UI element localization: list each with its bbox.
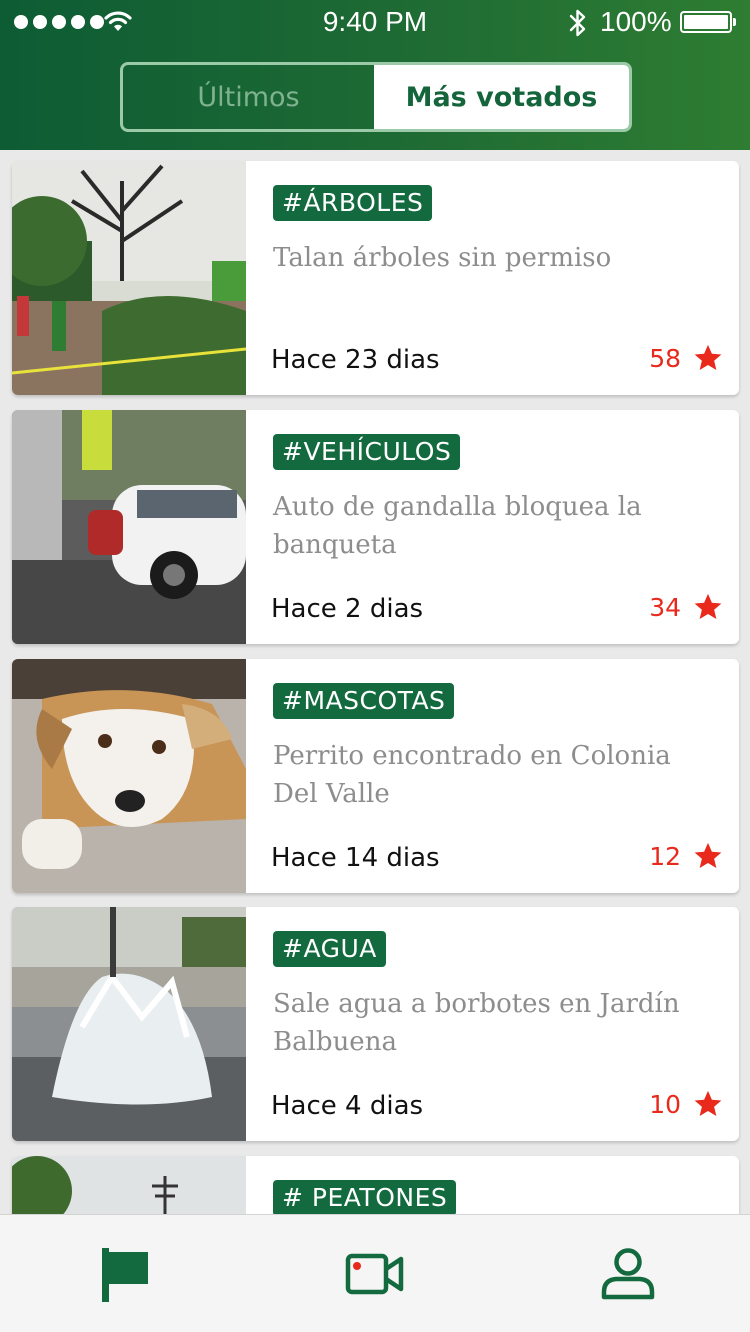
video-camera-icon: [345, 1253, 404, 1294]
flag-icon: [102, 1247, 148, 1302]
tab-profile[interactable]: [563, 1215, 693, 1332]
report-title: Perrito encontrado en Colonia Del Valle: [273, 741, 671, 809]
tab-ultimos[interactable]: Últimos: [123, 65, 374, 129]
report-card[interactable]: # PEATONES: [12, 1156, 739, 1214]
app-header: 9:40 PM 100% Últimos Más votados: [0, 0, 750, 150]
report-feed[interactable]: #ÁRBOLES Talan árboles sin permiso Hace …: [0, 150, 750, 1214]
tab-record[interactable]: [310, 1215, 440, 1332]
report-card[interactable]: #AGUA Sale agua a borbotes en Jardín Bal…: [12, 907, 739, 1141]
report-card[interactable]: #MASCOTAS Perrito encontrado en Colonia …: [12, 659, 739, 893]
star-icon[interactable]: [693, 592, 723, 622]
bottom-tab-bar: [0, 1214, 750, 1332]
category-tag[interactable]: # PEATONES: [273, 1180, 457, 1214]
report-title: Auto de gandalla bloquea la banqueta: [273, 492, 642, 560]
vote-counter[interactable]: 58: [649, 343, 723, 373]
vote-count: 10: [649, 1089, 681, 1119]
street-photo: [12, 1156, 246, 1214]
report-title: Talan árboles sin permiso: [273, 243, 612, 273]
trees-photo: [12, 161, 246, 395]
vote-count: 34: [649, 592, 681, 622]
report-age: Hace 2 dias: [271, 594, 424, 624]
star-icon[interactable]: [693, 841, 723, 871]
report-age: Hace 23 dias: [271, 345, 440, 375]
category-tag[interactable]: #ÁRBOLES: [273, 185, 433, 221]
vote-count: 58: [649, 343, 681, 373]
report-card[interactable]: #ÁRBOLES Talan árboles sin permiso Hace …: [12, 161, 739, 395]
vote-counter[interactable]: 12: [649, 841, 723, 871]
feed-filter-segmented-control: Últimos Más votados: [120, 62, 632, 132]
battery-icon: [680, 11, 736, 33]
vote-count: 12: [649, 841, 681, 871]
star-icon[interactable]: [693, 1089, 723, 1119]
star-icon[interactable]: [693, 343, 723, 373]
status-bar: 9:40 PM 100%: [0, 0, 750, 44]
report-title: Sale agua a borbotes en Jardín Balbuena: [273, 989, 680, 1057]
car-photo: [12, 410, 246, 644]
category-tag[interactable]: #VEHÍCULOS: [273, 434, 461, 470]
water-photo: [12, 907, 246, 1141]
report-age: Hace 4 dias: [271, 1091, 424, 1121]
report-age: Hace 14 dias: [271, 843, 440, 873]
bluetooth-icon: [569, 9, 586, 37]
user-profile-icon: [601, 1247, 655, 1299]
vote-counter[interactable]: 34: [649, 592, 723, 622]
battery-percent: 100%: [600, 6, 672, 37]
tab-mas-votados[interactable]: Más votados: [374, 65, 629, 129]
category-tag[interactable]: #AGUA: [273, 931, 386, 967]
category-tag[interactable]: #MASCOTAS: [273, 683, 455, 719]
dog-photo: [12, 659, 246, 893]
vote-counter[interactable]: 10: [649, 1089, 723, 1119]
report-card[interactable]: #VEHÍCULOS Auto de gandalla bloquea la b…: [12, 410, 739, 644]
tab-reports[interactable]: [60, 1215, 190, 1332]
